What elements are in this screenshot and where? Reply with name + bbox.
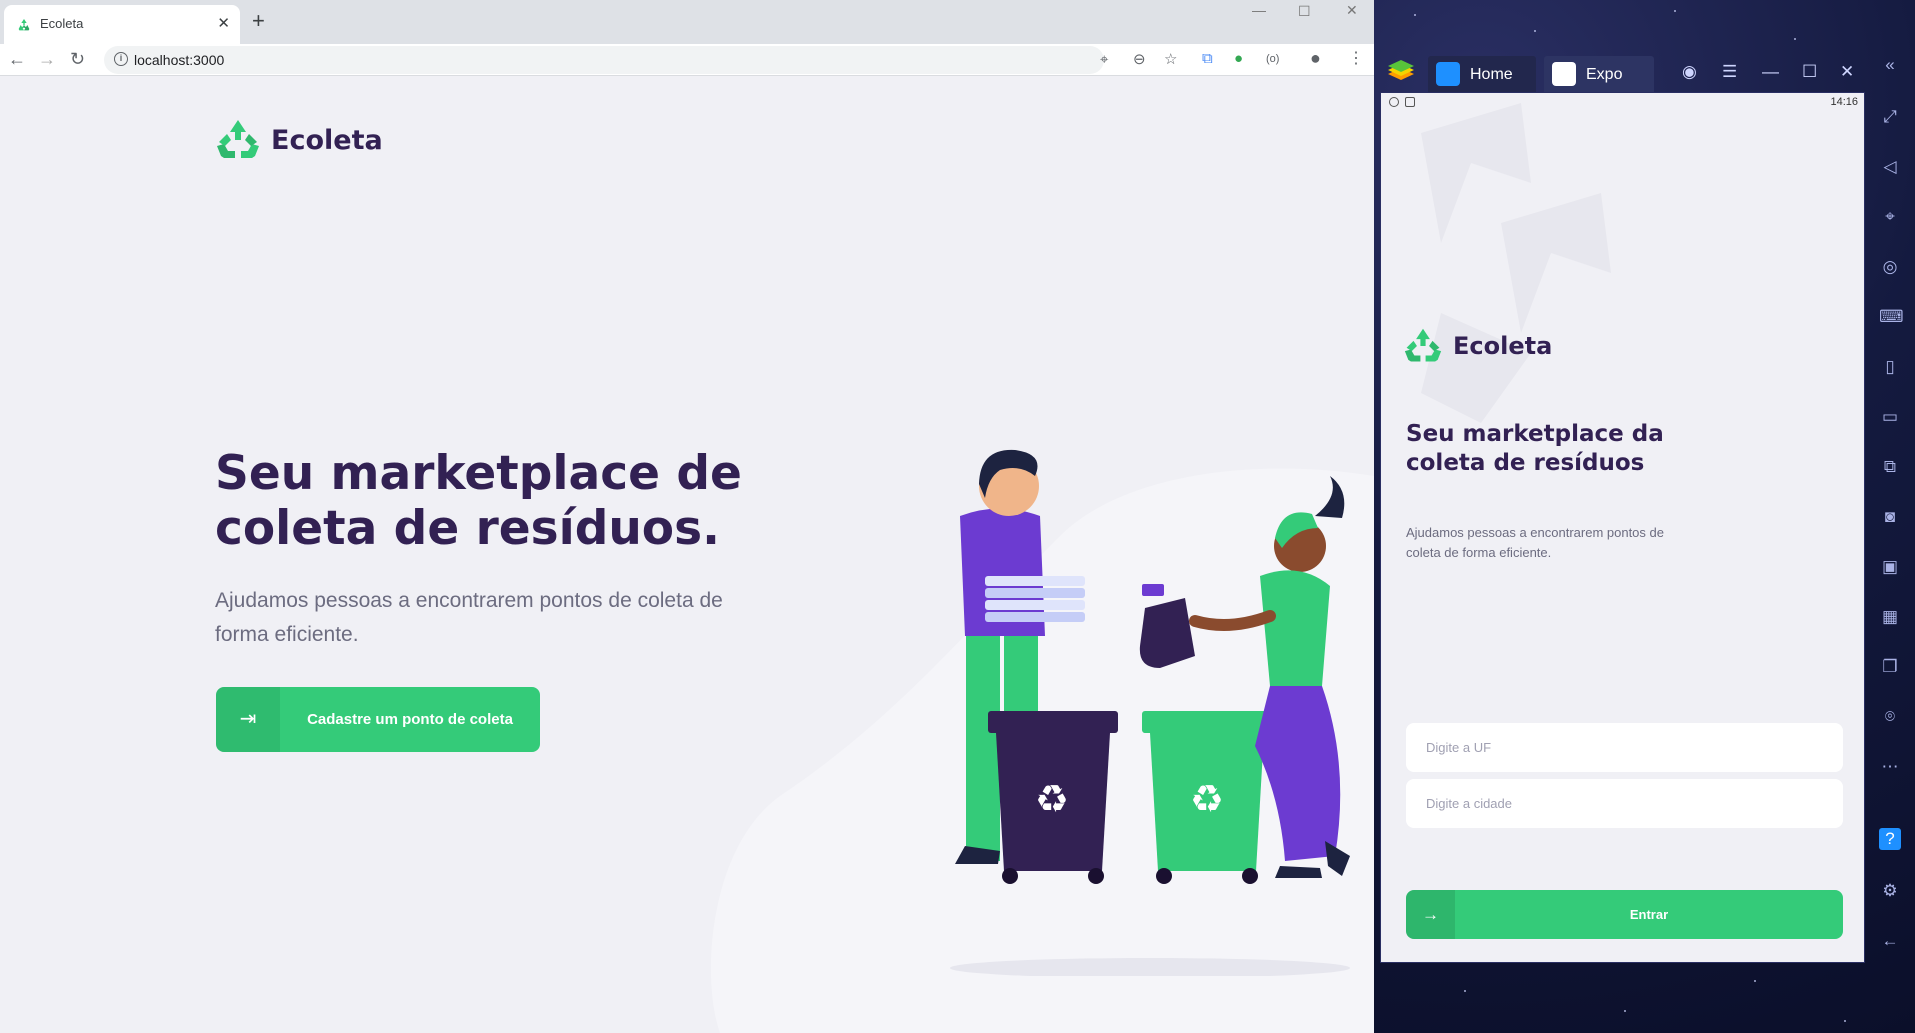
more-icon[interactable]: ⋯ [1879,756,1901,778]
background-recycle-watermark [1421,103,1611,423]
recycle-favicon-icon [18,19,30,31]
recycle-logo-icon [1404,328,1442,362]
enter-button[interactable]: → Entrar [1406,890,1843,939]
hero-description: Ajudamos pessoas a encontrarem pontos de… [215,589,723,646]
back-arrow-icon[interactable]: ← [1879,930,1901,952]
svg-text:♻: ♻ [1190,777,1224,821]
city-input[interactable] [1406,779,1843,828]
screenshot-icon[interactable]: ◙ [1879,506,1901,528]
back-icon[interactable]: ← [8,49,26,70]
register-point-button[interactable]: ⇥ Cadastre um ponto de coleta [216,687,540,752]
bookmark-star-icon[interactable]: ☆ [1164,50,1177,68]
forward-icon[interactable]: → [38,49,56,70]
enter-button-label: Entrar [1629,907,1669,922]
profile-icon[interactable]: ● [1310,48,1321,69]
pointer-icon[interactable]: ⌖ [1879,206,1901,228]
settings-gear-icon[interactable]: ⚙ [1879,880,1901,902]
emulator-sidebar: « ⤢ ◁ ⌖ ◎ ⌨ ▯ ▭ ⧉ ◙ ▣ ▦ ❐ ⌾ ⋯ ? ⚙ ← [1866,52,1915,1033]
status-time: 14:16 [1830,96,1858,108]
multi-instance-icon[interactable]: ❐ [1879,656,1901,678]
rotate-phone-icon[interactable]: ▯ [1879,356,1901,378]
web-page: Ecoleta Seu marketplace de coleta de res… [0,76,1374,1033]
extension-2-icon[interactable]: (o) [1266,53,1279,65]
maximize-icon[interactable]: ☐ [1298,3,1311,20]
tab-expo-label: Expo [1586,66,1623,83]
tab-title: Ecoleta [40,16,84,31]
tab-close-icon[interactable]: ✕ [217,14,230,32]
phone-screen: 14:16 Ecoleta Seu marketplace da coleta … [1380,92,1865,963]
record-icon[interactable]: ▣ [1879,556,1901,578]
help-icon[interactable]: ? [1879,828,1901,850]
close-icon[interactable]: ✕ [1840,62,1854,82]
location-icon[interactable]: ⌖ [1100,51,1108,68]
translate-icon[interactable]: ⧉ [1202,50,1213,67]
notification-2-icon [1405,97,1415,107]
hero-title: Seu marketplace de coleta de resíduos. [215,446,742,556]
browser-tab-ecoleta[interactable]: Ecoleta ✕ [4,5,240,44]
uf-input[interactable] [1406,723,1843,772]
install-apk-icon[interactable]: ⧉ [1879,456,1901,478]
reload-icon[interactable]: ↻ [70,49,85,70]
browser-window: Ecoleta ✕ + — ☐ ✕ ← → ↻ i localhost:3000… [0,0,1374,1033]
url-text[interactable]: localhost:3000 [134,52,224,68]
tab-home-label: Home [1470,66,1513,83]
tab-home[interactable]: Home [1428,56,1536,92]
collapse-sidebar-icon[interactable]: « [1879,54,1901,76]
maximize-icon[interactable]: ☐ [1802,62,1817,82]
location-icon[interactable]: ⌾ [1879,706,1901,728]
mobile-logo: Ecoleta [1403,327,1552,365]
volume-icon[interactable]: ◁ [1879,156,1901,178]
notification-icon [1389,97,1399,107]
emulator-titlebar: Home Expo ◉ ☰ — ☐ ✕ [1374,52,1864,92]
mobile-description: Ajudamos pessoas a encontrarem pontos de… [1406,525,1664,560]
gamepad-icon[interactable]: ▭ [1879,406,1901,428]
tab-expo[interactable]: Expo [1544,56,1654,92]
site-info-icon[interactable]: i [114,52,128,66]
recycling-illustration: ♻ ♻ [950,449,1350,976]
arrow-right-icon: → [1406,890,1455,939]
eye-icon[interactable]: ◎ [1879,256,1901,278]
browser-toolbar: ← → ↻ i localhost:3000 ⌖ ⊖ ☆ ⧉ ● (o) ● ⋮ [0,44,1374,76]
fullscreen-icon[interactable]: ⤢ [1879,106,1901,128]
register-point-label: Cadastre um ponto de coleta [307,711,513,728]
logo: Ecoleta [215,118,383,162]
tab-strip: Ecoleta ✕ + — ☐ ✕ [0,0,1374,44]
emulator-window: Home Expo ◉ ☰ — ☐ ✕ « ⤢ ◁ ⌖ ◎ ⌨ ▯ ▭ ⧉ ◙ … [1374,0,1915,1033]
menu-kebab-icon[interactable]: ⋮ [1348,48,1364,68]
address-bar[interactable]: i localhost:3000 ⌖ ⊖ ☆ [104,46,1177,74]
new-tab-icon[interactable]: + [252,8,265,34]
keyboard-icon[interactable]: ⌨ [1879,306,1904,328]
logo-text: Ecoleta [271,124,383,156]
media-icon[interactable]: ▦ [1879,606,1901,628]
home-icon [1436,62,1460,86]
account-icon[interactable]: ◉ [1682,62,1697,82]
login-icon: ⇥ [216,687,280,752]
mobile-logo-text: Ecoleta [1453,332,1553,360]
hamburger-menu-icon[interactable]: ☰ [1722,62,1737,82]
recycle-logo-icon [217,120,259,158]
bluestacks-logo-icon[interactable] [1386,60,1416,84]
expo-icon [1552,62,1576,86]
mobile-title: Seu marketplace da coleta de resíduos [1406,421,1664,476]
extension-icon[interactable]: ● [1234,50,1243,67]
close-window-icon[interactable]: ✕ [1346,2,1358,19]
svg-text:♻: ♻ [1035,777,1069,821]
minimize-icon[interactable]: — [1252,2,1266,18]
android-status-bar: 14:16 [1381,93,1864,113]
zoom-icon[interactable]: ⊖ [1133,50,1146,68]
minimize-icon[interactable]: — [1762,62,1779,82]
